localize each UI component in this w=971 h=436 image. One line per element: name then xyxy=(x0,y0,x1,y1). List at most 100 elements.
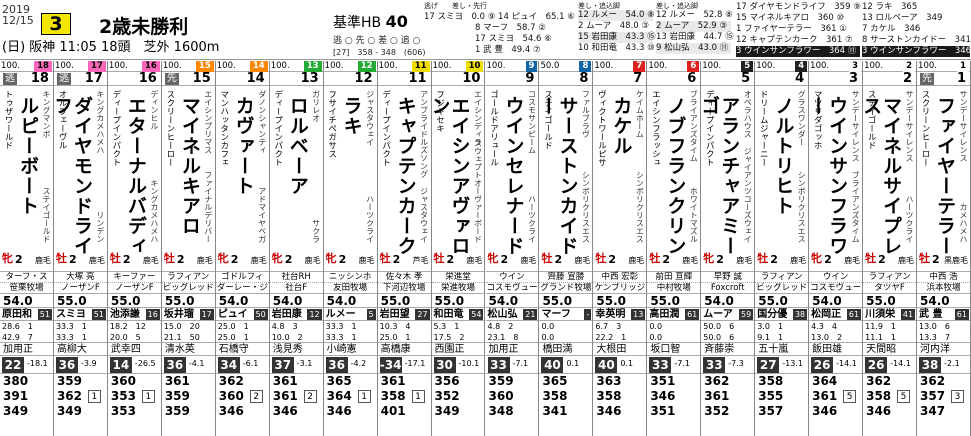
horse-name[interactable]: ファイヤーテラー xyxy=(931,96,956,256)
carried-weight: 55.0 xyxy=(866,294,896,308)
history-value: 348 xyxy=(488,404,514,418)
horse-name[interactable]: サーストンカイドー xyxy=(539,96,578,271)
horse-name[interactable]: エターナルバディ xyxy=(122,96,147,256)
breeder: ビッグレッド xyxy=(162,283,214,293)
history-value: 352 xyxy=(434,389,460,403)
horse-column[interactable]: 100. 9 9 ゴールドアリュール ウインセレナード コスモサンビーム ハーツクライ牝 2 鹿… xyxy=(485,61,540,436)
age-label: 2 xyxy=(392,253,401,266)
rating-value: 100. xyxy=(270,61,290,71)
owner-top: 中西 宏彰 xyxy=(593,272,647,283)
jockey-row: 松岡正 61 xyxy=(809,308,863,321)
horse-column[interactable]: 100. 3 3 マツリダゴッホ ウインサンフラワー サンデーサイレンス ブライアンズタイム… xyxy=(809,61,864,436)
jockey-rank: 50 xyxy=(253,309,268,320)
horse-column[interactable]: 100. 5 5 ディープインパクト アランチャアミーゴ オペラハウス ジャイアンツコーズウ… xyxy=(701,61,756,436)
age-label: 2 xyxy=(230,253,239,266)
dam-sire-name: ジャスタウェイ xyxy=(365,90,375,146)
owner-top: 齊藤 宣勝 xyxy=(539,272,593,283)
horse-name[interactable]: ダイヤモンドライフ xyxy=(54,96,93,271)
horse-name[interactable]: ロルベーア xyxy=(284,96,309,196)
breeder: コスモヴュー xyxy=(486,283,538,293)
horse-column[interactable]: 100. 18 逃 18 トゥザワールド ルピーボート キングマンボ ステイゴールド牝 2 鹿毛タ… xyxy=(0,61,54,436)
breeder: ノーザンF xyxy=(61,283,100,293)
jockey-rank: 16 xyxy=(145,309,160,320)
horse-column[interactable]: 50.0 8 8 ステイゴールド サーストンカイドー ファルブラヴ シンボリクリスエス牡 2 鹿… xyxy=(539,61,594,436)
horse-name[interactable]: エイシンアヴァロン xyxy=(432,96,471,271)
horse-column[interactable]: 100. 12 12 フサイチペガサス ラキ ジャスタウェイ ハーツクライ牝 2 鹿毛 ニッシンホ… xyxy=(323,61,378,436)
breeder: コスモヴュー xyxy=(810,283,862,293)
jockey-name[interactable]: 松山弘 xyxy=(488,308,518,321)
number-row: 10 xyxy=(431,72,485,86)
weight-row: 54.0 xyxy=(917,294,970,308)
jockey-name[interactable]: ピュイ xyxy=(218,308,248,321)
horse-column[interactable]: 100. 6 6 エイシンフラッシュ ノブフランクリン ブライアンズタイム ホワイトマズル牡… xyxy=(647,61,702,436)
horse-name[interactable]: カヴァート xyxy=(230,96,255,196)
horse-name[interactable]: キャプテンカーク xyxy=(392,96,417,256)
jockey-name[interactable]: スミヨ xyxy=(56,308,86,321)
weight-row: 54.0 xyxy=(0,294,53,308)
jockey-name[interactable]: マーフ xyxy=(541,308,570,321)
jockey-name[interactable]: 原田和 xyxy=(2,308,32,321)
distance-info: [27] 358 - 348 (606) xyxy=(333,48,426,57)
index-value: 22 xyxy=(2,357,24,373)
history-value: 364 xyxy=(812,374,838,388)
horse-name[interactable]: アランチャアミーゴ xyxy=(701,96,740,271)
jockey-name[interactable]: 国分優 xyxy=(757,308,787,321)
horse-column[interactable]: 100. 13 13 ディープインパクト ロルベーア ガリレオ サクラ牝 2 鹿毛 社台RH 社台F… xyxy=(269,61,324,436)
index-row: 26 -14.1 xyxy=(863,356,917,374)
horse-name[interactable]: ルピーボート xyxy=(14,96,39,216)
horse-column[interactable]: 100. 14 14 マンハッタンカフェ カヴァート ダノンシャンティ アドマイヤベガ牝 2 鹿… xyxy=(215,61,270,436)
number-row: 8 xyxy=(539,72,593,86)
jockey-name[interactable]: 和田竜 xyxy=(434,308,464,321)
coat-label: 鹿毛 xyxy=(466,256,483,265)
horse-column[interactable]: 100. 7 7 ヴィクトワールピサ カケル ケイムホーム シンボリクリスエス牡 2 鹿毛 中西 … xyxy=(593,61,648,436)
jockey-row: 川須栄 41 xyxy=(863,308,917,321)
jockey-row: 池添謙 16 xyxy=(107,308,161,321)
stat-line: 9.1 1 xyxy=(757,333,784,342)
carried-weight: 55.0 xyxy=(434,294,465,308)
stat-line: 4.3 4 xyxy=(811,322,837,331)
dam-sire-name: コスモサンビーム xyxy=(527,90,537,154)
age-label: 2 xyxy=(176,253,185,266)
stat-line: 4.8 2 xyxy=(487,322,514,331)
jockey-name[interactable]: 岩田康 xyxy=(272,308,302,321)
age-label: 2 xyxy=(770,253,778,266)
jockey-name[interactable]: 池添謙 xyxy=(110,308,140,321)
history-block: 356 352 349 xyxy=(432,374,485,419)
jockey-name[interactable]: ムーア xyxy=(703,308,733,321)
horse-name[interactable]: マイネルサイプレス xyxy=(863,96,902,271)
jockey-name[interactable]: 高田潤 xyxy=(649,308,679,321)
jockey-name[interactable]: 坂井瑠 xyxy=(164,308,194,321)
horse-name[interactable]: ラキ xyxy=(338,96,363,136)
dam-name: シンボリクリスエス xyxy=(635,171,645,243)
horse-name[interactable]: ウインセレナード xyxy=(500,96,525,256)
horse-column[interactable]: 100. 11 11 ディープインパクト キャプテンカーク アンブライドルズソング ジャスタ… xyxy=(377,61,432,436)
history-value: 361 xyxy=(272,374,298,388)
horse-name[interactable]: ウインサンフラワー xyxy=(809,96,848,271)
jockey-name[interactable]: 岩田望 xyxy=(380,308,410,321)
horse-column[interactable]: 100. 17 逃 17 オルフェーヴル ダイヤモンドライフ キングカメハメハ リンデン牡 2 鹿… xyxy=(53,61,108,436)
horse-name[interactable]: マイネルキアロ xyxy=(176,96,201,236)
jockey-name[interactable]: ルメー xyxy=(326,308,356,321)
horse-name[interactable]: ノルトリヒト xyxy=(769,96,794,216)
horse-column[interactable]: 100. 10 10 フジキセキ エイシンアヴァロン エイシンディラ スウェプトオーヴァーボ… xyxy=(431,61,486,436)
horse-column[interactable]: 100. 4 4 ドリームジャーニー ノルトリヒト グラスワンダー シンボリクリスエス牡 2 鹿… xyxy=(755,61,810,436)
horse-column[interactable]: 100. 16 16 ディープインパクト エターナルバディ ディンヒル キングカメハメハ牡 2… xyxy=(107,61,162,436)
stat-line: 50.0 6 xyxy=(703,333,735,342)
horse-body: ヴィクトワールピサ カケル ケイムホーム シンボリクリスエス牡 2 鹿毛 xyxy=(593,86,647,272)
horse-column[interactable]: 100. 1 先 1 スクリーンヒーロー ファイヤーテラー サンデーサイレンス カメハメハ牡 2… xyxy=(917,61,971,436)
table-escape: 逃げ 差し・先行 xyxy=(424,2,499,10)
jockey-name[interactable]: 武 豊 xyxy=(919,308,942,321)
horse-column[interactable]: 100. 15 先 15 スクリーンヒーロー マイネルキアロ エイシンプリマス ファイナルデリ… xyxy=(161,61,216,436)
jockey-row: 松山弘 21 xyxy=(485,308,539,321)
t5-row: 3 ウインサンフラワー 346 xyxy=(862,46,971,57)
age-label: 2 xyxy=(284,253,293,266)
coat-label: 黒鹿毛 xyxy=(943,256,968,265)
owner-top: ウイン xyxy=(485,272,539,283)
jockey-name[interactable]: 幸英明 xyxy=(595,308,625,321)
horse-column[interactable]: 100. 2 2 ステイゴールド マイネルサイプレス サンデーサイレンス ハーツクライ牡 2 鹿… xyxy=(863,61,918,436)
jockey-name[interactable]: 川須栄 xyxy=(865,308,895,321)
horse-name[interactable]: ノブフランクリン xyxy=(661,96,686,256)
jockey-name[interactable]: 松岡正 xyxy=(811,308,841,321)
dam-sire-name: アンブライドルズソング xyxy=(419,90,429,178)
horse-name[interactable]: カケル xyxy=(607,96,632,156)
